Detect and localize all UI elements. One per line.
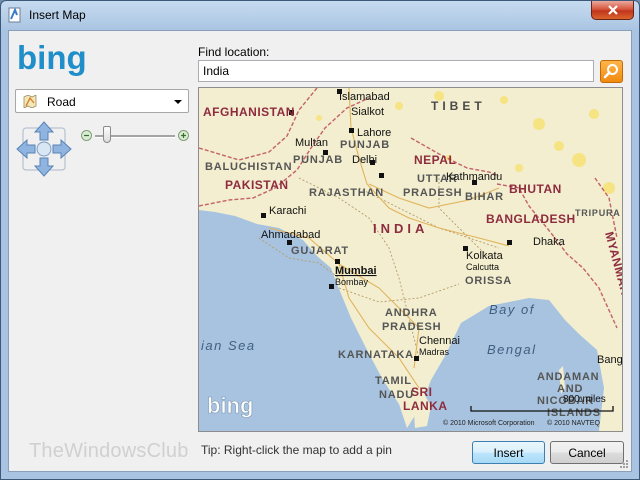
pan-left-icon: [16, 138, 36, 160]
insert-map-dialog: Insert Map bing Road Find location: Indi…: [0, 0, 640, 480]
tip-text: Tip: Right-click the map to add a pin: [201, 443, 392, 457]
scale-label: 800 miles: [563, 394, 606, 405]
app-icon: [8, 7, 21, 23]
region-label: PUNJAB: [340, 139, 390, 151]
chevron-down-icon: [174, 100, 182, 104]
city-label: Bang: [597, 354, 622, 366]
compass-icon: [36, 141, 52, 157]
find-location-label: Find location:: [198, 45, 270, 59]
map-style-dropdown[interactable]: Road: [15, 89, 189, 113]
city-label: Karachi: [269, 205, 306, 217]
close-button[interactable]: [591, 1, 634, 20]
country-label: INDIA: [373, 221, 428, 236]
site-watermark: TheWindowsClub: [29, 440, 189, 462]
pan-right-icon: [52, 138, 72, 160]
country-label: PAKISTAN: [225, 178, 289, 192]
city-label: Chennai: [419, 335, 460, 347]
city-label: Ahmadabad: [261, 229, 320, 241]
city-label: Bombay: [335, 277, 369, 287]
search-icon: [603, 64, 618, 79]
region-label: PRADESH: [382, 321, 441, 333]
region-label: PRADESH: [403, 187, 462, 199]
city-label: Lahore: [357, 127, 391, 139]
map-view[interactable]: AFGHANISTAN PAKISTAN INDIA NEPAL BHUTAN …: [198, 87, 623, 432]
zoom-slider-thumb[interactable]: [103, 126, 111, 143]
region-label: ORISSA: [465, 275, 512, 287]
plus-icon[interactable]: [178, 130, 189, 141]
city-label: Mumbai: [335, 265, 377, 277]
cancel-button[interactable]: Cancel: [550, 441, 624, 464]
minus-icon[interactable]: [81, 130, 92, 141]
country-label: TIBET: [431, 99, 486, 113]
region-label: PUNJAB: [293, 154, 343, 166]
country-label: NEPAL: [414, 153, 456, 167]
city-label: Calcutta: [466, 262, 499, 272]
copyright-microsoft: © 2010 Microsoft Corporation: [443, 419, 535, 427]
region-label: BALUCHISTAN: [205, 161, 292, 173]
country-label-2: LANKA: [403, 399, 448, 413]
dialog-body: bing Road Find location: India AFGHANIST…: [8, 30, 632, 472]
city-label: Sialkot: [351, 106, 384, 118]
window-title: Insert Map: [29, 8, 86, 22]
region-label: ANDAMAN: [537, 371, 599, 383]
city-label: Islamabad: [339, 91, 390, 103]
country-label: AFGHANISTAN: [203, 105, 295, 119]
pan-down-icon: [33, 157, 55, 177]
location-search-input[interactable]: [198, 60, 594, 82]
country-label: BANGLADESH: [486, 212, 576, 226]
search-button[interactable]: [600, 60, 623, 83]
map-bing-logo: bing: [207, 393, 253, 418]
city-label: Dhaka: [533, 236, 566, 248]
city-label: Multan: [295, 137, 328, 149]
title-bar[interactable]: Insert Map: [1, 1, 639, 29]
region-label: RAJASTHAN: [309, 187, 384, 199]
region-label: KARNATAKA: [338, 349, 414, 361]
region-label: ISLANDS: [547, 407, 601, 419]
region-label: NADU: [379, 389, 414, 401]
region-label: TRIPURA: [575, 208, 621, 218]
city-label: Kathmandu: [446, 171, 502, 183]
resize-grip-icon[interactable]: [619, 459, 629, 469]
city-label: Kolkata: [466, 250, 504, 262]
copyright-navteq: © 2010 NAVTEQ: [547, 419, 600, 427]
sea-label: ian Sea: [201, 338, 256, 353]
region-label: BIHAR: [465, 191, 504, 203]
pan-up-icon: [33, 121, 55, 141]
region-label: GUJARAT: [291, 245, 349, 257]
pan-control[interactable]: [15, 121, 73, 177]
road-map-icon: [23, 95, 37, 108]
sea-label: Bay of: [489, 302, 535, 317]
country-label: BHUTAN: [509, 182, 562, 196]
insert-button[interactable]: Insert: [472, 441, 545, 464]
city-label: Delhi: [352, 154, 377, 166]
region-label: TAMIL: [375, 375, 412, 387]
sea-label: Bengal: [487, 342, 536, 357]
bing-logo-text: bing: [17, 40, 87, 76]
region-label: ANDHRA: [385, 307, 437, 319]
bing-logo: bing: [17, 40, 87, 76]
close-icon: [607, 5, 618, 15]
country-label: SRI: [411, 385, 433, 399]
city-label: Madras: [419, 347, 450, 357]
map-style-value: Road: [47, 95, 76, 109]
